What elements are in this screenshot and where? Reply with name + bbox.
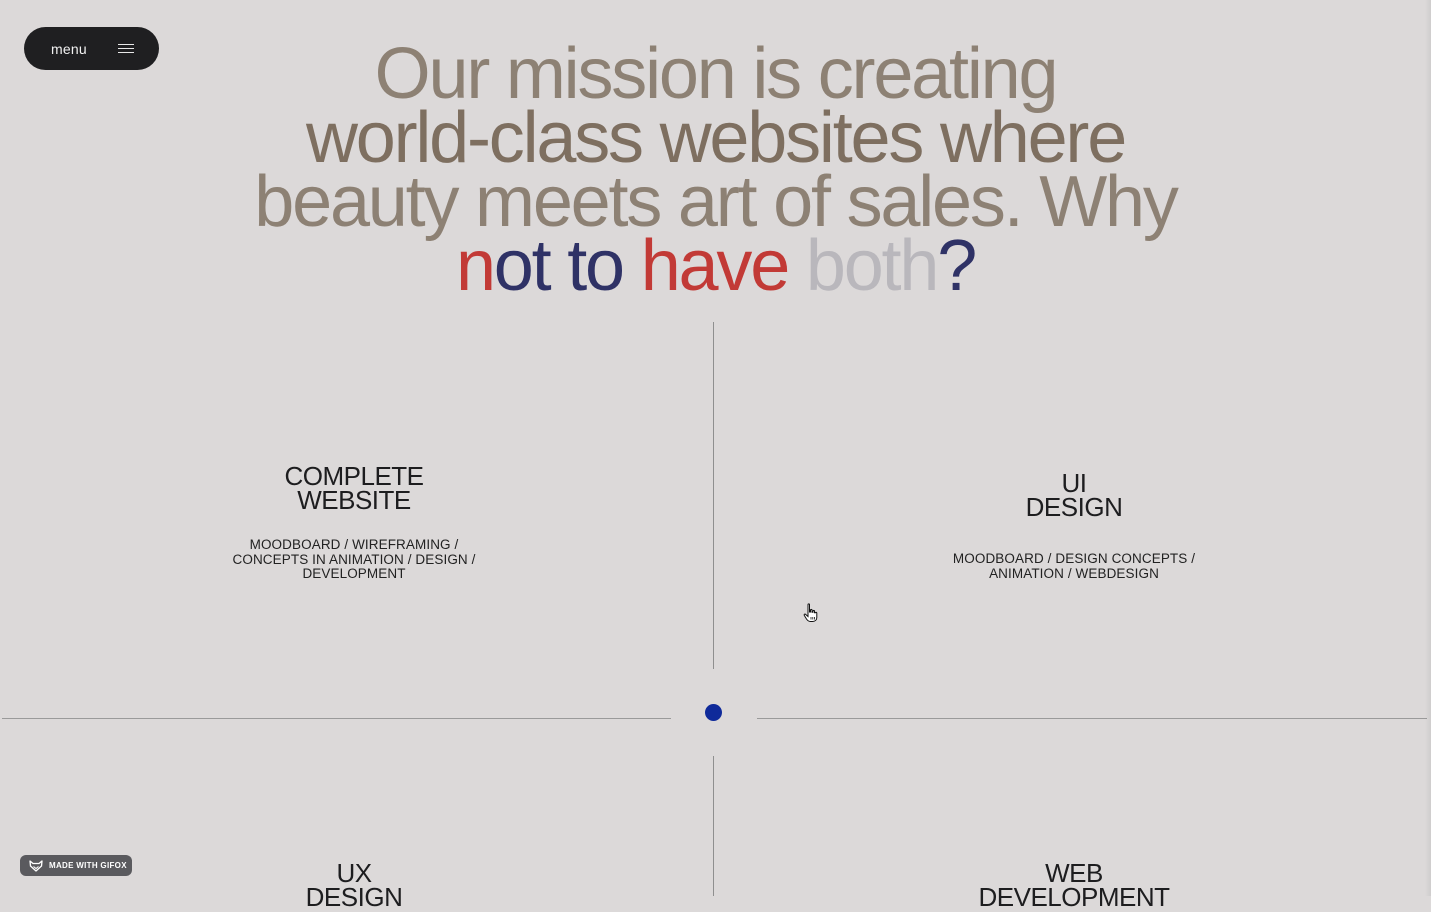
service-tag-line: CONCEPTS IN ANIMATION / DESIGN / [232, 551, 476, 567]
mission-line-4: not to have both? [0, 230, 1431, 302]
service-ui-design[interactable]: UI DESIGN MOODBOARD / DESIGN CONCEPTS / … [924, 470, 1224, 581]
badge-label: MADE WITH GIFOX [49, 861, 127, 870]
service-tag-line: DEVELOPMENT [302, 566, 406, 581]
center-dot [705, 704, 722, 721]
service-title-line: DEVELOPMENT [978, 882, 1171, 912]
grid-divider-horizontal [2, 718, 671, 719]
service-title-line: WEBSITE [297, 485, 411, 515]
fox-icon [29, 859, 43, 872]
service-tag-line: MOODBOARD / DESIGN CONCEPTS / [952, 551, 1196, 566]
gifox-badge: MADE WITH GIFOX [20, 855, 132, 876]
service-tags: MOODBOARD / DESIGN CONCEPTS / ANIMATION … [924, 551, 1224, 581]
grid-divider-horizontal [757, 718, 1427, 719]
service-title-line: DESIGN [1025, 492, 1123, 522]
service-title-line: DESIGN [305, 882, 403, 912]
service-tag-line: MOODBOARD / WIREFRAMING / [249, 537, 459, 552]
service-title: UX DESIGN [204, 860, 504, 912]
service-title: WEB DEVELOPMENT [924, 860, 1224, 912]
scroll-edge-shadow [1425, 0, 1431, 896]
mission-line-1: Our mission is creating [374, 34, 1059, 115]
mission-word-part: have [640, 226, 791, 307]
mission-word-part: n [455, 226, 496, 307]
grid-divider-vertical [713, 756, 714, 896]
service-complete-website[interactable]: COMPLETE WEBSITE MOODBOARD / WIREFRAMING… [204, 463, 504, 582]
mission-line-2: world-class websites where [305, 98, 1127, 179]
service-tag-line: ANIMATION / WEBDESIGN [989, 565, 1159, 581]
mission-line-3: beauty meets art of sales. Why [254, 162, 1179, 243]
service-web-development[interactable]: WEB DEVELOPMENT [924, 860, 1224, 912]
mission-word-part: ot to [493, 226, 625, 307]
service-title: UI DESIGN [924, 470, 1224, 522]
mission-headline: Our mission is creating world-class webs… [0, 34, 1431, 302]
grid-divider-vertical [713, 322, 714, 669]
service-ux-design[interactable]: UX DESIGN [204, 860, 504, 912]
mission-word-part: ? [937, 226, 977, 307]
service-tags: MOODBOARD / WIREFRAMING / CONCEPTS IN AN… [204, 537, 504, 582]
hand-cursor-icon [803, 603, 818, 622]
service-title: COMPLETE WEBSITE [204, 463, 504, 515]
mission-word-part: both [805, 226, 940, 307]
